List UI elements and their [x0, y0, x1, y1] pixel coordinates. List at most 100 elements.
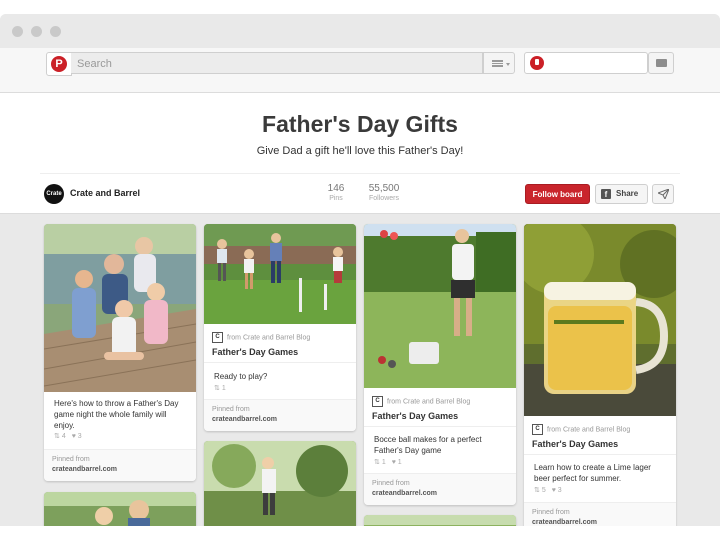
pin-source-link[interactable]: crateandbarrel.com	[372, 490, 437, 497]
notifications-button[interactable]	[648, 52, 674, 74]
follow-board-button[interactable]: Follow board	[525, 184, 590, 204]
send-button[interactable]	[652, 184, 674, 204]
repin-count: 1	[221, 385, 226, 392]
lime-lager-mug-photo[interactable]	[524, 224, 676, 416]
pinned-from-label: Pinned from	[532, 509, 570, 516]
pin-card-3[interactable]: Cfrom Crate and Barrel Blog Father's Day…	[364, 224, 516, 505]
pinned-from-label: Pinned from	[212, 406, 250, 413]
pin-divider	[364, 426, 516, 427]
lawn-games-photo[interactable]	[204, 224, 356, 324]
search-input[interactable]: Search	[71, 52, 483, 74]
pin-title[interactable]: Father's Day Games	[212, 347, 298, 357]
repin-icon: ⇅	[534, 487, 540, 494]
pinned-from-label: Pinned from	[372, 480, 410, 487]
followers-stat[interactable]: 55,500 Followers	[361, 183, 407, 202]
pin-from-text: from Crate and Barrel Blog	[547, 426, 631, 434]
pin-source-link[interactable]: crateandbarrel.com	[532, 519, 597, 526]
avatar[interactable]: Crate	[44, 184, 64, 204]
pin-source[interactable]: Pinned from crateandbarrel.com	[524, 502, 676, 526]
pins-count: 146	[327, 183, 345, 194]
close-window-dot[interactable]	[12, 26, 23, 37]
heart-icon: ♥	[71, 433, 76, 440]
category-menu-button[interactable]	[483, 52, 515, 74]
pin-from-source[interactable]: Cfrom Crate and Barrel Blog	[372, 396, 470, 407]
user-profile-button[interactable]	[524, 52, 648, 74]
pin-card-7[interactable]	[364, 515, 516, 526]
pin-description: Here's how to throw a Father's Day game …	[54, 399, 179, 430]
repin-icon: ⇅	[374, 459, 380, 466]
pin-source-link[interactable]: crateandbarrel.com	[52, 466, 117, 473]
crate-logo-icon: C	[532, 424, 543, 435]
chevron-down-icon	[506, 63, 510, 66]
browser-titlebar	[0, 14, 720, 48]
repin-icon: ⇅	[54, 433, 60, 440]
repin-count: 1	[381, 459, 386, 466]
pin-card-1[interactable]: Here's how to throw a Father's Day game …	[44, 224, 196, 481]
heart-icon: ♥	[551, 487, 556, 494]
pins-stat[interactable]: 146 Pins	[316, 183, 356, 202]
pin-counts: ⇅ 1	[214, 384, 226, 392]
pin-badge-icon	[530, 56, 544, 70]
pin-body: Cfrom Crate and Barrel Blog Father's Day…	[364, 388, 516, 505]
pin-title[interactable]: Father's Day Games	[372, 411, 458, 421]
minimize-window-dot[interactable]	[31, 26, 42, 37]
board-description: Give Dad a gift he'll love this Father's…	[256, 145, 464, 157]
children-outdoors-photo[interactable]	[44, 492, 196, 526]
boy-in-garden-photo[interactable]	[204, 441, 356, 526]
pin-card-6[interactable]	[204, 441, 356, 526]
heart-icon: ♥	[391, 459, 396, 466]
browser-window: P Search Father's Day Gifts Give Dad a g…	[0, 14, 720, 526]
page-viewport: P Search Father's Day Gifts Give Dad a g…	[0, 48, 720, 526]
pin-source[interactable]: Pinned from crateandbarrel.com	[364, 473, 516, 505]
pin-counts: ⇅ 5 ♥ 3	[534, 486, 562, 494]
pin-card-5[interactable]	[44, 492, 196, 526]
pin-description: Bocce ball makes for a perfect Father's …	[374, 435, 482, 455]
board-meta-bar: Crate Crate and Barrel 146 Pins 55,500 F…	[40, 173, 680, 214]
pin-body: Cfrom Crate and Barrel Blog Father's Day…	[524, 416, 676, 526]
pin-counts: ⇅ 4 ♥ 3	[54, 432, 82, 440]
pin-card-2[interactable]: Cfrom Crate and Barrel Blog Father's Day…	[204, 224, 356, 431]
board-header: Father's Day Gifts Give Dad a gift he'll…	[0, 93, 720, 214]
repin-count: 5	[541, 487, 546, 494]
speech-bubble-icon	[656, 59, 667, 67]
pin-card-4[interactable]: Cfrom Crate and Barrel Blog Father's Day…	[524, 224, 676, 526]
pinterest-logo-button[interactable]: P	[46, 52, 72, 76]
followers-label: Followers	[369, 195, 399, 202]
repin-icon: ⇅	[214, 385, 220, 392]
pin-counts: ⇅ 1 ♥ 1	[374, 458, 402, 466]
like-count: 3	[77, 433, 82, 440]
pin-from-text: from Crate and Barrel Blog	[387, 398, 471, 406]
family-on-dock-photo[interactable]	[44, 224, 196, 392]
top-navigation-bar: P Search	[0, 48, 720, 93]
repin-count: 4	[61, 433, 66, 440]
crate-logo-icon: C	[212, 332, 223, 343]
pin-body: Here's how to throw a Father's Day game …	[44, 392, 196, 481]
share-button[interactable]: f Share	[595, 184, 648, 204]
pins-label: Pins	[329, 195, 343, 202]
pin-from-source[interactable]: Cfrom Crate and Barrel Blog	[532, 424, 630, 435]
followers-count: 55,500	[368, 183, 400, 194]
pinterest-logo-icon: P	[51, 56, 67, 72]
menu-lines-icon	[492, 60, 503, 67]
pinned-from-label: Pinned from	[52, 456, 90, 463]
pin-body: Cfrom Crate and Barrel Blog Father's Day…	[204, 324, 356, 431]
page-title: Father's Day Gifts	[262, 111, 458, 137]
facebook-icon: f	[601, 189, 611, 199]
pin-description: Ready to play?	[214, 372, 268, 381]
pin-source-link[interactable]: crateandbarrel.com	[212, 416, 277, 423]
pin-source[interactable]: Pinned from crateandbarrel.com	[44, 449, 196, 481]
like-count: 3	[557, 487, 562, 494]
pin-from-source[interactable]: Cfrom Crate and Barrel Blog	[212, 332, 310, 343]
bocce-ball-photo[interactable]	[364, 224, 516, 388]
paper-plane-icon	[658, 189, 669, 199]
share-label: Share	[616, 189, 639, 198]
crate-logo-icon: C	[372, 396, 383, 407]
garden-photo[interactable]	[364, 515, 516, 526]
like-count: 1	[397, 459, 402, 466]
pin-title[interactable]: Father's Day Games	[532, 439, 618, 449]
maximize-window-dot[interactable]	[50, 26, 61, 37]
pin-divider	[524, 454, 676, 455]
pin-divider	[204, 362, 356, 363]
board-owner-name[interactable]: Crate and Barrel	[70, 188, 140, 198]
pin-source[interactable]: Pinned from crateandbarrel.com	[204, 399, 356, 431]
